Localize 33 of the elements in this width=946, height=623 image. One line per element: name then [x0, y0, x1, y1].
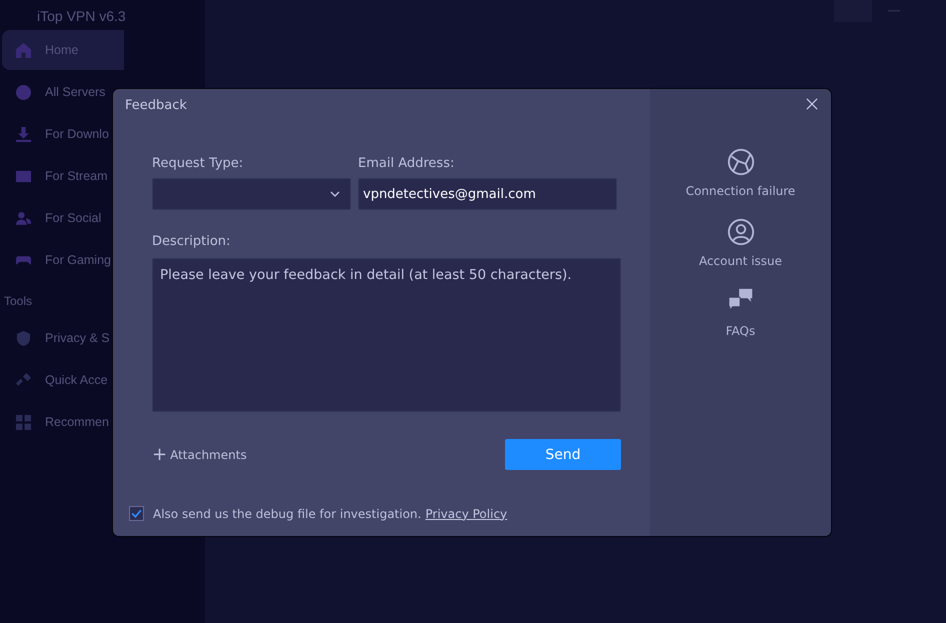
topic-label[interactable]: FAQs [726, 324, 756, 338]
sidebar-item[interactable]: Recommen [2, 402, 124, 442]
sidebar-item[interactable]: For Gaming [2, 240, 124, 280]
shield-icon [16, 330, 31, 346]
close-icon[interactable] [806, 98, 818, 110]
download-icon [16, 126, 31, 142]
people-icon [16, 210, 31, 226]
field-label: Request Type: [152, 156, 244, 172]
chevron-down-icon [330, 191, 340, 197]
sidebar-item[interactable]: For Social [2, 198, 124, 238]
sidebar-item[interactable]: Home [2, 30, 124, 70]
grid-icon [16, 414, 31, 430]
topic-label[interactable]: Connection failure [686, 184, 796, 198]
sidebar-item[interactable]: Quick Acce [2, 360, 124, 400]
debug-option-label: Also send us the debug file for investigation. [153, 506, 422, 520]
sidebar-item[interactable]: All Servers [2, 72, 124, 112]
description-field[interactable]: Please leave your feedback in detail (at least 50 characters). [152, 258, 621, 412]
sidebar-item[interactable]: For Stream [2, 156, 124, 196]
send-button[interactable]: Send [505, 439, 621, 470]
home-icon [16, 42, 31, 58]
user-icon[interactable] [726, 218, 754, 246]
attachments-link[interactable]: + Attachments [152, 446, 247, 462]
app-title: iTop VPN v6.3 [37, 8, 127, 26]
field-label: Email Address: [358, 156, 456, 172]
section-heading: Tools [4, 294, 34, 308]
field-label: Description: [152, 234, 232, 250]
sidebar-item[interactable]: For Downlo [2, 114, 124, 154]
dialog-title: Feedback [125, 98, 187, 113]
topic-label[interactable]: Account issue [698, 254, 782, 268]
sidebar-item[interactable]: Privacy & S [2, 318, 124, 358]
debug-checkbox[interactable] [129, 506, 144, 521]
privacy-policy-link[interactable]: Privacy Policy [425, 506, 508, 520]
email-field[interactable]: vpndetectives@gmail.com [358, 178, 617, 210]
